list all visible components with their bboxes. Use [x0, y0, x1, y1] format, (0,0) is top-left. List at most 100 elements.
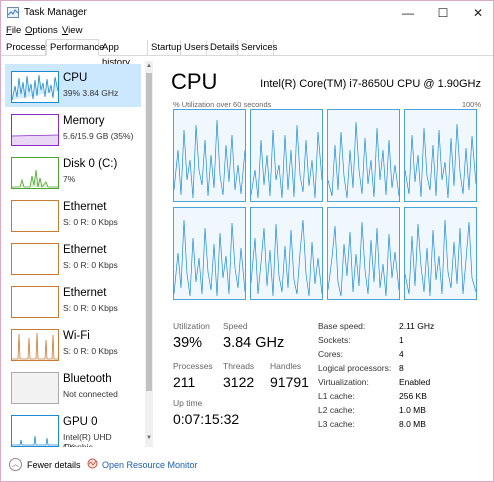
sidebar-item-title: CPU — [63, 72, 88, 84]
info-label-virtualization: Virtualization: — [318, 377, 369, 387]
bluetooth-thumbnail-graph — [11, 372, 59, 404]
uptime-label: Up time — [173, 398, 203, 408]
fewer-details-link[interactable]: Fewer details — [27, 460, 81, 470]
sidebar-item-gpu[interactable]: GPU 0 Intel(R) UHD Graphic 1% — [5, 408, 141, 447]
menu-view[interactable]: View — [62, 25, 82, 36]
sidebar-item-disk[interactable]: Disk 0 (C:) 7% — [5, 150, 141, 193]
info-value-l2-cache: 1.0 MB — [399, 405, 426, 415]
sidebar-item-ethernet-1[interactable]: Ethernet S: 0 R: 0 Kbps — [5, 193, 141, 236]
info-value-l1-cache: 256 KB — [399, 391, 427, 401]
sidebar-item-ethernet-3[interactable]: Ethernet S: 0 R: 0 Kbps — [5, 279, 141, 322]
tab-app-history[interactable]: App history — [99, 40, 148, 68]
core-graph — [327, 109, 400, 202]
uptime-value: 0:07:15:32 — [173, 411, 240, 427]
info-value-logical-processors: 8 — [399, 363, 404, 373]
sidebar-item-subtitle: Not connected — [63, 389, 118, 399]
handles-label: Handles — [270, 361, 302, 371]
core-graph — [327, 207, 400, 300]
sidebar-scrollbar[interactable]: ▲ ▼ — [145, 61, 153, 447]
menu-file[interactable]: File — [6, 25, 21, 36]
info-value-base-speed: 2.11 GHz — [399, 321, 435, 331]
core-graph — [404, 207, 477, 300]
info-label-cores: Cores: — [318, 349, 344, 359]
sidebar-item-title: Memory — [63, 115, 105, 127]
page-title: CPU — [171, 69, 218, 94]
sidebar-item-subtitle: 39% 3.84 GHz — [63, 88, 119, 98]
open-resource-monitor-link[interactable]: Open Resource Monitor — [102, 460, 198, 470]
info-label-l3-cache: L3 cache: — [318, 419, 355, 429]
ethernet-thumbnail-graph — [11, 286, 59, 318]
resource-monitor-icon[interactable] — [87, 458, 98, 469]
ethernet-thumbnail-graph — [11, 243, 59, 275]
core-graph — [250, 207, 323, 300]
title-bar: Task Manager — ☐ ✕ — [1, 1, 493, 25]
core-graph — [173, 207, 246, 300]
task-manager-app-icon — [7, 7, 19, 18]
tab-users[interactable]: Users — [181, 40, 209, 56]
info-label-l1-cache: L1 cache: — [318, 391, 355, 401]
sidebar-item-cpu[interactable]: CPU 39% 3.84 GHz — [5, 64, 141, 107]
sidebar-item-title: Disk 0 (C:) — [63, 158, 118, 170]
sidebar-item-subtitle-2: 1% — [63, 442, 76, 447]
utilization-label: Utilization — [173, 321, 210, 331]
cpu-model-name: Intel(R) Core(TM) i7-8650U CPU @ 1.90GHz — [260, 78, 481, 90]
disk-thumbnail-graph — [11, 157, 59, 189]
utilization-graph-label: % Utilization over 60 seconds — [173, 100, 272, 109]
close-button[interactable]: ✕ — [461, 1, 494, 25]
processes-value: 211 — [173, 374, 196, 390]
info-value-virtualization: Enabled — [399, 377, 431, 387]
sidebar-item-subtitle: S: 0 R: 0 Kbps — [63, 260, 118, 270]
tab-processes[interactable]: Processes — [3, 40, 50, 56]
tab-performance[interactable]: Performance — [46, 39, 104, 56]
tab-startup[interactable]: Startup — [148, 40, 182, 56]
resource-sidebar: CPU 39% 3.84 GHz Memory 5.6/15.9 GB (35%… — [5, 61, 153, 447]
scrollbar-thumb[interactable] — [146, 73, 152, 391]
speed-value: 3.84 GHz — [223, 335, 285, 351]
menu-view-rest: iew — [68, 25, 83, 36]
threads-label: Threads — [223, 361, 255, 371]
cpu-detail-panel: CPU Intel(R) Core(TM) i7-8650U CPU @ 1.9… — [159, 61, 489, 447]
sidebar-item-subtitle: S: 0 R: 0 Kbps — [63, 346, 118, 356]
sidebar-item-subtitle: S: 0 R: 0 Kbps — [63, 303, 118, 313]
info-label-sockets: Sockets: — [318, 335, 351, 345]
sidebar-item-subtitle: 5.6/15.9 GB (35%) — [63, 131, 134, 141]
utilization-graph-max: 100% — [461, 100, 481, 109]
chevron-up-icon[interactable]: ︿ — [9, 458, 22, 471]
processes-label: Processes — [173, 361, 213, 371]
sidebar-item-title: Bluetooth — [63, 373, 112, 385]
menu-options-rest: ptions — [32, 25, 58, 36]
sidebar-item-subtitle: 7% — [63, 174, 76, 184]
info-label-base-speed: Base speed: — [318, 321, 366, 331]
sidebar-item-title: Ethernet — [63, 201, 107, 213]
sidebar-item-memory[interactable]: Memory 5.6/15.9 GB (35%) — [5, 107, 141, 150]
maximize-button[interactable]: ☐ — [426, 1, 460, 25]
task-manager-window: Task Manager — ☐ ✕ File Options View Pro… — [0, 0, 494, 482]
sidebar-item-title: GPU 0 — [63, 416, 98, 428]
scroll-down-arrow-icon[interactable]: ▼ — [145, 435, 153, 443]
info-value-cores: 4 — [399, 349, 404, 359]
core-graph — [404, 109, 477, 202]
speed-label: Speed — [223, 321, 248, 331]
logical-processor-graphs — [173, 109, 479, 301]
threads-value: 3122 — [223, 374, 255, 390]
tab-bar: Processes Performance App history Startu… — [1, 39, 493, 68]
info-value-sockets: 1 — [399, 335, 404, 345]
utilization-value: 39% — [173, 335, 203, 351]
tab-services[interactable]: Services — [238, 40, 277, 56]
sidebar-item-title: Ethernet — [63, 244, 107, 256]
sidebar-item-ethernet-2[interactable]: Ethernet S: 0 R: 0 Kbps — [5, 236, 141, 279]
menu-options[interactable]: Options — [25, 25, 58, 36]
sidebar-item-wifi[interactable]: Wi-Fi S: 0 R: 0 Kbps — [5, 322, 141, 365]
scroll-up-arrow-icon[interactable]: ▲ — [145, 63, 153, 71]
sidebar-item-bluetooth[interactable]: Bluetooth Not connected — [5, 365, 141, 408]
footer-bar: ︿ Fewer details Open Resource Monitor — [1, 453, 493, 481]
menu-bar: File Options View — [1, 25, 493, 39]
info-label-logical-processors: Logical processors: — [318, 363, 392, 373]
tab-details[interactable]: Details — [207, 40, 239, 56]
gpu-thumbnail-graph — [11, 415, 59, 447]
window-title: Task Manager — [24, 7, 87, 18]
core-graph — [173, 109, 246, 202]
minimize-button[interactable]: — — [391, 1, 425, 25]
sidebar-item-subtitle: S: 0 R: 0 Kbps — [63, 217, 118, 227]
cpu-thumbnail-graph — [11, 71, 59, 103]
